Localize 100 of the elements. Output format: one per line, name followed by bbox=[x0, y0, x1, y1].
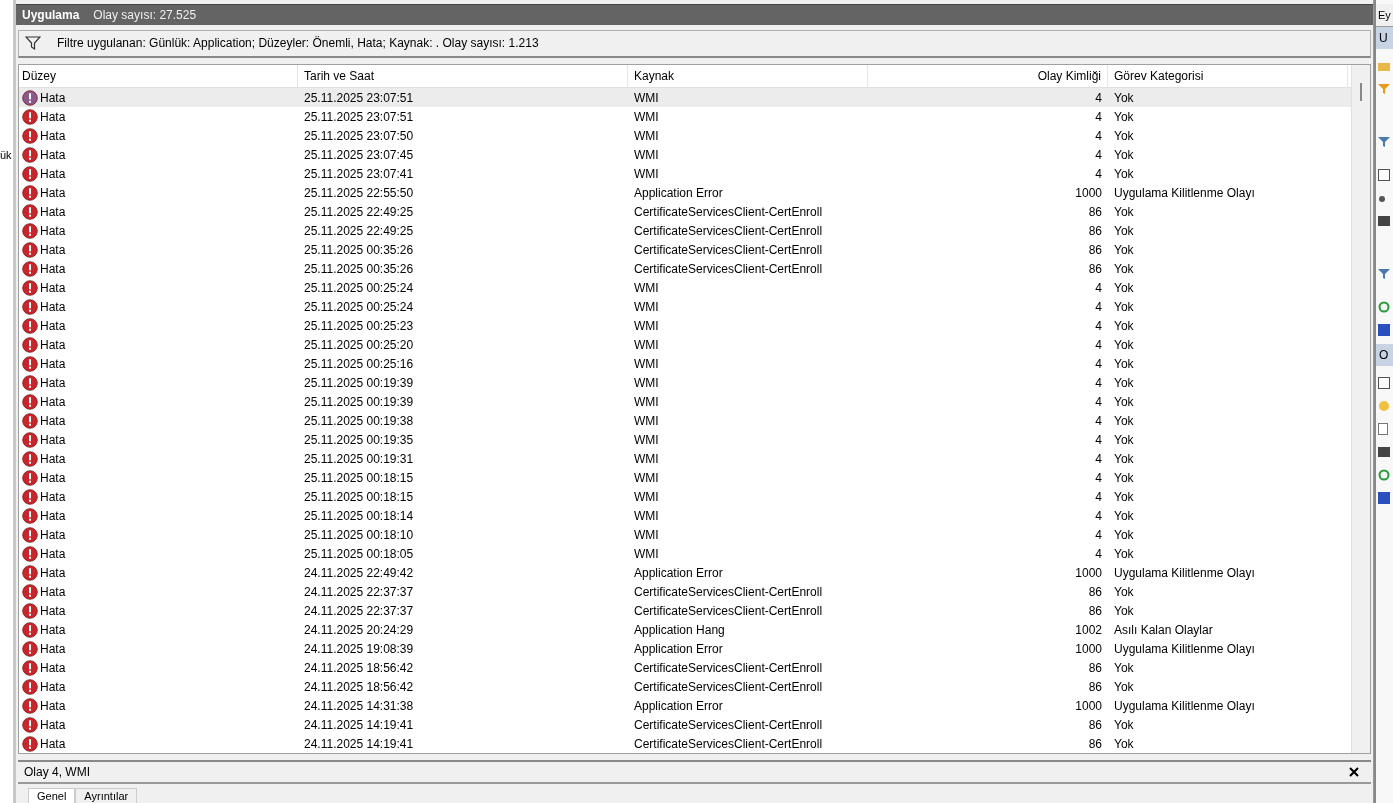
event-row[interactable]: Hata 24.11.2025 14:19:41 CertificateServicesClient-CertEnroll 86 Yok bbox=[19, 734, 1351, 753]
error-icon bbox=[22, 678, 38, 695]
event-row[interactable]: Hata 24.11.2025 20:24:29 Application Hang 1002 Asılı Kalan Olaylar bbox=[19, 620, 1351, 639]
source-text: WMI bbox=[634, 90, 659, 105]
properties-icon[interactable] bbox=[1378, 377, 1390, 389]
filter-icon[interactable] bbox=[1378, 136, 1390, 148]
source-text: WMI bbox=[634, 128, 659, 143]
source-text: Application Error bbox=[634, 641, 723, 656]
filter-icon[interactable] bbox=[1378, 268, 1390, 280]
event-row[interactable]: Hata 25.11.2025 22:55:50 Application Error 1000 Uygulama Kilitlenme Olayı bbox=[19, 183, 1351, 202]
event-row[interactable]: Hata 25.11.2025 00:25:24 WMI 4 Yok bbox=[19, 278, 1351, 297]
error-icon bbox=[22, 89, 38, 106]
event-row[interactable]: Hata 25.11.2025 00:35:26 CertificateServicesClient-CertEnroll 86 Yok bbox=[19, 259, 1351, 278]
error-icon bbox=[22, 317, 38, 334]
event-id-text: 86 bbox=[1088, 204, 1102, 219]
level-text: Hata bbox=[40, 185, 66, 200]
event-row[interactable]: Hata 25.11.2025 23:07:50 WMI 4 Yok bbox=[19, 126, 1351, 145]
level-text: Hata bbox=[40, 622, 66, 637]
event-row[interactable]: Hata 25.11.2025 00:18:14 WMI 4 Yok bbox=[19, 506, 1351, 525]
error-icon bbox=[22, 450, 38, 467]
date-text: 25.11.2025 00:19:31 bbox=[304, 451, 414, 466]
event-row[interactable]: Hata 25.11.2025 00:18:10 WMI 4 Yok bbox=[19, 525, 1351, 544]
event-id-text: 4 bbox=[1095, 489, 1102, 504]
event-row[interactable]: Hata 25.11.2025 00:19:39 WMI 4 Yok bbox=[19, 392, 1351, 411]
refresh-icon[interactable] bbox=[1378, 469, 1390, 481]
level-text: Hata bbox=[40, 242, 66, 257]
category-text: Yok bbox=[1114, 204, 1134, 219]
event-id-text: 86 bbox=[1088, 584, 1102, 599]
event-row[interactable]: Hata 25.11.2025 00:35:26 CertificateServicesClient-CertEnroll 86 Yok bbox=[19, 240, 1351, 259]
event-row[interactable]: Hata 24.11.2025 18:56:42 CertificateServicesClient-CertEnroll 86 Yok bbox=[19, 677, 1351, 696]
error-icon bbox=[22, 393, 38, 410]
category-text: Yok bbox=[1114, 489, 1134, 504]
filter-icon[interactable] bbox=[1378, 83, 1390, 95]
event-row[interactable]: Hata 25.11.2025 00:19:38 WMI 4 Yok bbox=[19, 411, 1351, 430]
selected-row[interactable]: Hata 25.11.2025 23:07:51 WMI 4 Yok bbox=[19, 88, 1351, 107]
refresh-icon[interactable] bbox=[1378, 301, 1390, 313]
source-text: Application Hang bbox=[634, 622, 725, 637]
event-id-text: 4 bbox=[1095, 394, 1102, 409]
event-row[interactable]: Hata 24.11.2025 22:37:37 CertificateServicesClient-CertEnroll 86 Yok bbox=[19, 601, 1351, 620]
event-row[interactable]: Hata 25.11.2025 00:19:31 WMI 4 Yok bbox=[19, 449, 1351, 468]
category-text: Yok bbox=[1114, 318, 1134, 333]
event-row[interactable]: Hata 25.11.2025 00:18:05 WMI 4 Yok bbox=[19, 544, 1351, 563]
close-icon[interactable] bbox=[1349, 767, 1359, 777]
source-text: WMI bbox=[634, 337, 659, 352]
scrollbar-thumb[interactable] bbox=[1360, 83, 1362, 101]
event-row[interactable]: Hata 25.11.2025 00:18:15 WMI 4 Yok bbox=[19, 468, 1351, 487]
category-text: Yok bbox=[1114, 736, 1134, 751]
tree-item-text[interactable]: ük bbox=[0, 149, 12, 161]
source-text: CertificateServicesClient-CertEnroll bbox=[634, 717, 823, 732]
event-row[interactable]: Hata 25.11.2025 23:07:45 WMI 4 Yok bbox=[19, 145, 1351, 164]
event-id-text: 86 bbox=[1088, 660, 1102, 675]
event-row[interactable]: Hata 25.11.2025 23:07:51 WMI 4 Yok bbox=[19, 107, 1351, 126]
event-row[interactable]: Hata 25.11.2025 22:49:25 CertificateServicesClient-CertEnroll 86 Yok bbox=[19, 202, 1351, 221]
event-row[interactable]: Hata 24.11.2025 14:19:41 CertificateServicesClient-CertEnroll 86 Yok bbox=[19, 715, 1351, 734]
detail-tab[interactable]: Genel bbox=[28, 788, 76, 803]
column-header[interactable]: Kaynak bbox=[628, 65, 868, 87]
date-text: 25.11.2025 23:07:51 bbox=[304, 90, 414, 105]
event-row[interactable]: Hata 25.11.2025 00:25:23 WMI 4 Yok bbox=[19, 316, 1351, 335]
event-row[interactable]: Hata 25.11.2025 00:18:15 WMI 4 Yok bbox=[19, 487, 1351, 506]
date-text: 24.11.2025 14:19:41 bbox=[304, 717, 414, 732]
event-row[interactable]: Hata 25.11.2025 00:19:39 WMI 4 Yok bbox=[19, 373, 1351, 392]
event-row[interactable]: Hata 24.11.2025 22:37:37 CertificateServicesClient-CertEnroll 86 Yok bbox=[19, 582, 1351, 601]
event-row[interactable]: Hata 24.11.2025 14:31:38 Application Error 1000 Uygulama Kilitlenme Olayı bbox=[19, 696, 1351, 715]
date-text: 25.11.2025 23:07:41 bbox=[304, 166, 414, 181]
detail-tab[interactable]: Ayrıntılar bbox=[75, 788, 138, 803]
date-text: 25.11.2025 00:25:24 bbox=[304, 299, 414, 314]
error-icon bbox=[22, 108, 38, 125]
event-row[interactable]: Hata 25.11.2025 23:07:41 WMI 4 Yok bbox=[19, 164, 1351, 183]
column-header[interactable]: Düzey bbox=[19, 65, 298, 87]
error-icon bbox=[22, 127, 38, 144]
actions-section-header[interactable]: O bbox=[1376, 344, 1393, 366]
category-text: Uygulama Kilitlenme Olayı bbox=[1114, 565, 1255, 580]
scrollbar[interactable] bbox=[1351, 65, 1370, 753]
event-row[interactable]: Hata 25.11.2025 00:25:24 WMI 4 Yok bbox=[19, 297, 1351, 316]
category-text: Yok bbox=[1114, 717, 1134, 732]
detail-title: Olay 4, WMI bbox=[24, 765, 90, 779]
date-text: 24.11.2025 22:49:42 bbox=[304, 565, 414, 580]
category-text: Yok bbox=[1114, 356, 1134, 371]
event-row[interactable]: Hata 24.11.2025 19:08:39 Application Error 1000 Uygulama Kilitlenme Olayı bbox=[19, 639, 1351, 658]
column-header[interactable]: Görev Kategorisi bbox=[1108, 65, 1348, 87]
source-text: WMI bbox=[634, 432, 659, 447]
column-header[interactable]: Tarih ve Saat bbox=[298, 65, 628, 87]
level-text: Hata bbox=[40, 299, 66, 314]
source-text: WMI bbox=[634, 470, 659, 485]
date-text: 25.11.2025 23:07:45 bbox=[304, 147, 414, 162]
event-row[interactable]: Hata 25.11.2025 00:19:35 WMI 4 Yok bbox=[19, 430, 1351, 449]
event-row[interactable]: Hata 24.11.2025 22:49:42 Application Error 1000 Uygulama Kilitlenme Olayı bbox=[19, 563, 1351, 582]
event-row[interactable]: Hata 25.11.2025 00:25:20 WMI 4 Yok bbox=[19, 335, 1351, 354]
level-text: Hata bbox=[40, 451, 66, 466]
event-row[interactable]: Hata 25.11.2025 22:49:25 CertificateServicesClient-CertEnroll 86 Yok bbox=[19, 221, 1351, 240]
category-text: Yok bbox=[1114, 242, 1134, 257]
error-icon bbox=[22, 165, 38, 182]
event-row[interactable]: Hata 24.11.2025 18:56:42 CertificateServicesClient-CertEnroll 86 Yok bbox=[19, 658, 1351, 677]
source-text: WMI bbox=[634, 318, 659, 333]
category-text: Yok bbox=[1114, 261, 1134, 276]
properties-icon[interactable] bbox=[1378, 169, 1390, 181]
copy-icon[interactable] bbox=[1378, 423, 1390, 435]
event-row[interactable]: Hata 25.11.2025 00:25:16 WMI 4 Yok bbox=[19, 354, 1351, 373]
actions-section-header[interactable]: U bbox=[1376, 27, 1393, 49]
column-header[interactable]: Olay Kimliği bbox=[868, 65, 1108, 87]
